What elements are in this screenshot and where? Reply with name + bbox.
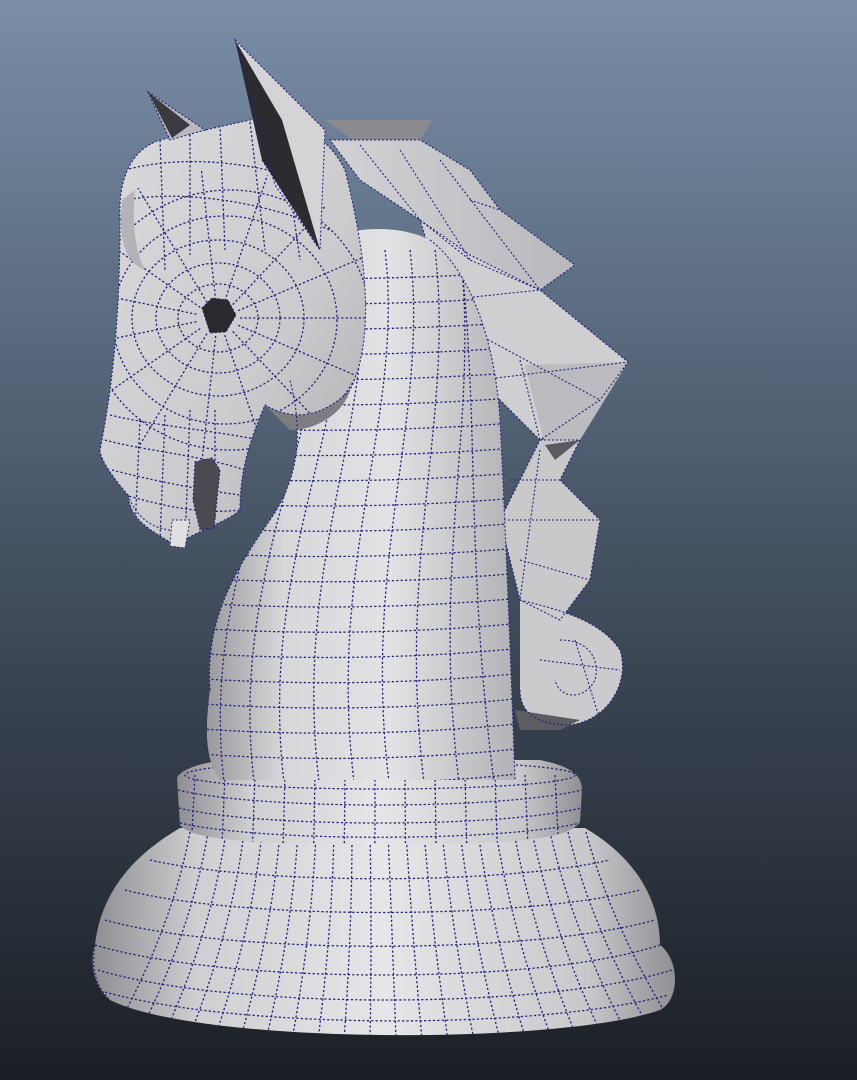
maya-viewport[interactable] xyxy=(0,0,857,1080)
knight-model[interactable] xyxy=(0,0,857,1080)
base xyxy=(92,828,675,1036)
